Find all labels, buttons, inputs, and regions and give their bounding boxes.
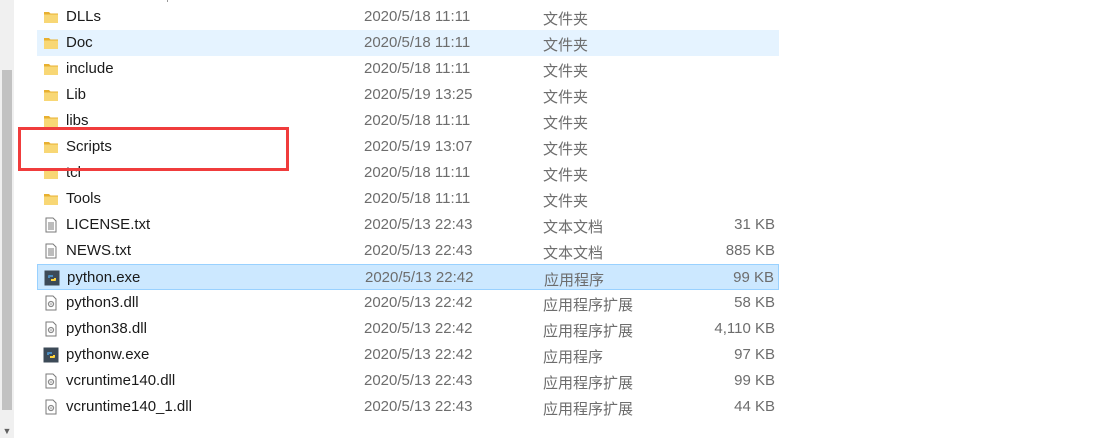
file-name: Tools	[66, 190, 102, 207]
annotation-highlight-box	[18, 127, 289, 171]
folder-icon	[43, 9, 59, 25]
file-size: 44 KB	[734, 398, 775, 415]
file-name: NEWS.txt	[66, 242, 132, 259]
vertical-scrollbar[interactable]: ▼	[0, 0, 14, 438]
file-name: python3.dll	[66, 294, 139, 311]
file-type: 文件夹	[543, 63, 589, 80]
file-type: 应用程序扩展	[543, 323, 634, 340]
file-name: pythonw.exe	[66, 346, 150, 363]
file-name: vcruntime140_1.dll	[66, 398, 192, 415]
file-name: DLLs	[66, 8, 102, 25]
column-divider	[167, 0, 176, 2]
file-row-lib[interactable]: Lib 2020/5/19 13:25 文件夹	[37, 82, 779, 108]
file-size: 97 KB	[734, 346, 775, 363]
file-date-modified: 2020/5/18 11:11	[364, 8, 471, 25]
file-date-modified: 2020/5/13 22:42	[364, 294, 473, 311]
python-exe-icon	[43, 347, 59, 363]
file-type: 文本文档	[543, 245, 604, 262]
file-row-python3-dll[interactable]: python3.dll 2020/5/13 22:42 应用程序扩展 58 KB	[37, 290, 779, 316]
file-date-modified: 2020/5/18 11:11	[364, 60, 471, 77]
file-date-modified: 2020/5/18 11:11	[364, 164, 471, 181]
file-size: 58 KB	[734, 294, 775, 311]
folder-icon	[43, 191, 59, 207]
file-date-modified: 2020/5/18 11:11	[364, 34, 471, 51]
file-type: 文件夹	[543, 193, 589, 210]
file-type: 应用程序扩展	[543, 401, 634, 418]
file-row-python-exe[interactable]: python.exe 2020/5/13 22:42 应用程序 99 KB	[37, 264, 779, 290]
python-exe-icon	[44, 270, 60, 286]
text-file-icon	[43, 243, 59, 259]
file-type: 文件夹	[543, 11, 589, 28]
file-row-vcruntime140-dll[interactable]: vcruntime140.dll 2020/5/13 22:43 应用程序扩展 99 …	[37, 368, 779, 394]
file-name: LICENSE.txt	[66, 216, 151, 233]
file-date-modified: 2020/5/18 11:11	[364, 112, 471, 129]
file-name: python38.dll	[66, 320, 147, 337]
dll-file-icon	[43, 321, 59, 337]
scroll-down-arrow-icon[interactable]: ▼	[0, 424, 14, 438]
folder-icon	[43, 61, 59, 77]
file-date-modified: 2020/5/13 22:42	[365, 269, 474, 286]
file-date-modified: 2020/5/13 22:43	[364, 216, 473, 233]
file-date-modified: 2020/5/13 22:43	[364, 398, 473, 415]
file-name: python.exe	[67, 269, 141, 286]
file-size: 31 KB	[734, 216, 775, 233]
file-date-modified: 2020/5/13 22:42	[364, 320, 473, 337]
file-size: 885 KB	[725, 242, 775, 259]
file-date-modified: 2020/5/19 13:07	[364, 138, 473, 155]
folder-icon	[43, 87, 59, 103]
file-size: 99 KB	[734, 372, 775, 389]
file-type: 文本文档	[543, 219, 604, 236]
scrollbar-thumb[interactable]	[2, 70, 12, 410]
file-name: include	[66, 60, 114, 77]
file-type: 应用程序	[544, 272, 605, 289]
dll-file-icon	[43, 295, 59, 311]
dll-file-icon	[43, 373, 59, 389]
file-row-tools[interactable]: Tools 2020/5/18 11:11 文件夹	[37, 186, 779, 212]
file-type: 应用程序	[543, 349, 604, 366]
text-file-icon	[43, 217, 59, 233]
file-row-doc[interactable]: Doc 2020/5/18 11:11 文件夹	[37, 30, 779, 56]
file-type: 文件夹	[543, 167, 589, 184]
file-row-pythonw-exe[interactable]: pythonw.exe 2020/5/13 22:42 应用程序 97 KB	[37, 342, 779, 368]
file-date-modified: 2020/5/13 22:42	[364, 346, 473, 363]
file-row-dlls[interactable]: DLLs 2020/5/18 11:11 文件夹	[37, 4, 779, 30]
folder-icon	[43, 35, 59, 51]
file-name: Lib	[66, 86, 87, 103]
file-type: 文件夹	[543, 89, 589, 106]
file-row-license-txt[interactable]: LICENSE.txt 2020/5/13 22:43 文本文档 31 KB	[37, 212, 779, 238]
file-date-modified: 2020/5/13 22:43	[364, 372, 473, 389]
file-date-modified: 2020/5/18 11:11	[364, 190, 471, 207]
file-type: 文件夹	[543, 115, 589, 132]
file-type: 文件夹	[543, 37, 589, 54]
file-name: Doc	[66, 34, 93, 51]
file-type: 应用程序扩展	[543, 297, 634, 314]
file-row-news-txt[interactable]: NEWS.txt 2020/5/13 22:43 文本文档 885 KB	[37, 238, 779, 264]
file-name: vcruntime140.dll	[66, 372, 176, 389]
file-row-python38-dll[interactable]: python38.dll 2020/5/13 22:42 应用程序扩展 4,110 K…	[37, 316, 779, 342]
file-date-modified: 2020/5/13 22:43	[364, 242, 473, 259]
file-row-vcruntime140-1-dll[interactable]: vcruntime140_1.dll 2020/5/13 22:43 应用程序扩展 4…	[37, 394, 779, 420]
file-date-modified: 2020/5/19 13:25	[364, 86, 473, 103]
file-size: 99 KB	[733, 269, 774, 286]
dll-file-icon	[43, 399, 59, 415]
file-type: 应用程序扩展	[543, 375, 634, 392]
file-row-include[interactable]: include 2020/5/18 11:11 文件夹	[37, 56, 779, 82]
file-type: 文件夹	[543, 141, 589, 158]
file-size: 4,110 KB	[714, 320, 775, 337]
